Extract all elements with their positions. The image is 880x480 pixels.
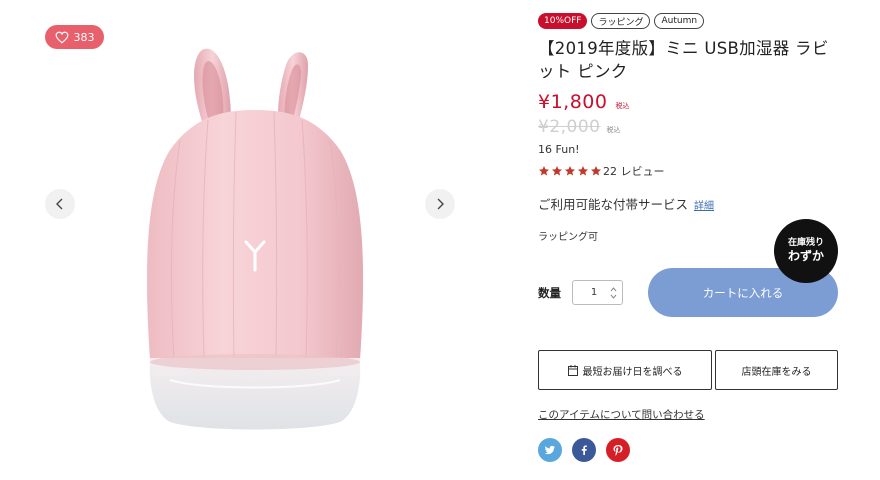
twitter-share-button[interactable] bbox=[538, 438, 562, 462]
services-label: ご利用可能な付帯サービス bbox=[538, 197, 689, 212]
brand-line: 16 Fun! bbox=[538, 143, 580, 156]
product-gallery: 383 bbox=[0, 0, 500, 480]
star-icon bbox=[565, 166, 575, 176]
sale-price: ¥1,800 bbox=[538, 91, 608, 113]
gallery-prev-button[interactable] bbox=[45, 189, 75, 219]
calendar-icon bbox=[567, 364, 578, 376]
star-icon bbox=[539, 166, 549, 176]
check-delivery-date-button[interactable]: 最短お届け日を調べる bbox=[538, 350, 712, 390]
star-icon bbox=[591, 166, 601, 176]
quantity-value[interactable]: 1 bbox=[573, 287, 607, 298]
pinterest-icon bbox=[613, 445, 623, 456]
chevron-right-icon bbox=[437, 198, 444, 210]
favorite-button[interactable]: 383 bbox=[45, 25, 104, 49]
sale-price-tax-label: 税込 bbox=[615, 102, 630, 110]
store-stock-label: 店頭在庫をみる bbox=[741, 366, 812, 378]
social-share bbox=[538, 438, 630, 462]
facebook-share-button[interactable] bbox=[572, 438, 596, 462]
low-stock-line2: わずか bbox=[787, 249, 824, 264]
inquiry-link[interactable]: このアイテムについて問い合わせる bbox=[538, 407, 705, 422]
quantity-label: 数量 bbox=[538, 286, 561, 300]
rating[interactable]: 22 レビュー bbox=[538, 163, 665, 179]
store-stock-button[interactable]: 店頭在庫をみる bbox=[715, 350, 838, 390]
services-row: ご利用可能な付帯サービス 詳細 bbox=[538, 194, 714, 213]
product-title: 【2019年度版】ミニ USB加湿器 ラビット ピンク bbox=[538, 39, 829, 81]
facebook-icon bbox=[581, 445, 587, 455]
original-price-row: ¥2,000 税込 bbox=[538, 117, 620, 137]
review-count: 22 レビュー bbox=[603, 165, 665, 178]
low-stock-badge: 在庫残り わずか bbox=[774, 219, 838, 283]
pinterest-share-button[interactable] bbox=[606, 438, 630, 462]
star-icon bbox=[552, 166, 562, 176]
quantity-spinner[interactable] bbox=[607, 286, 619, 300]
quantity-stepper[interactable]: 1 bbox=[572, 280, 623, 305]
product-info: 10%OFF ラッピング Autumn 【2019年度版】ミニ USB加湿器 ラ… bbox=[538, 0, 848, 480]
favorite-count: 383 bbox=[73, 30, 95, 44]
wrapping-tag[interactable]: ラッピング bbox=[591, 13, 651, 29]
discount-badge: 10%OFF bbox=[538, 13, 588, 29]
star-icon bbox=[578, 166, 588, 176]
wrapping-available-label: ラッピング可 bbox=[538, 232, 598, 243]
product-image[interactable] bbox=[140, 40, 370, 460]
original-price-tax-label: 税込 bbox=[606, 126, 621, 134]
heart-icon bbox=[55, 31, 68, 44]
product-badges: 10%OFF ラッピング Autumn bbox=[538, 13, 705, 29]
chevron-left-icon bbox=[56, 198, 63, 210]
gallery-next-button[interactable] bbox=[425, 189, 455, 219]
up-down-arrows-icon bbox=[610, 286, 616, 299]
low-stock-line1: 在庫残り bbox=[787, 237, 824, 248]
services-details-link[interactable]: 詳細 bbox=[694, 197, 714, 212]
price-row: ¥1,800 税込 bbox=[538, 91, 629, 113]
original-price: ¥2,000 bbox=[538, 117, 601, 137]
autumn-tag[interactable]: Autumn bbox=[654, 13, 705, 29]
twitter-icon bbox=[544, 445, 555, 455]
check-delivery-date-label: 最短お届け日を調べる bbox=[582, 366, 683, 378]
star-rating bbox=[538, 165, 602, 177]
